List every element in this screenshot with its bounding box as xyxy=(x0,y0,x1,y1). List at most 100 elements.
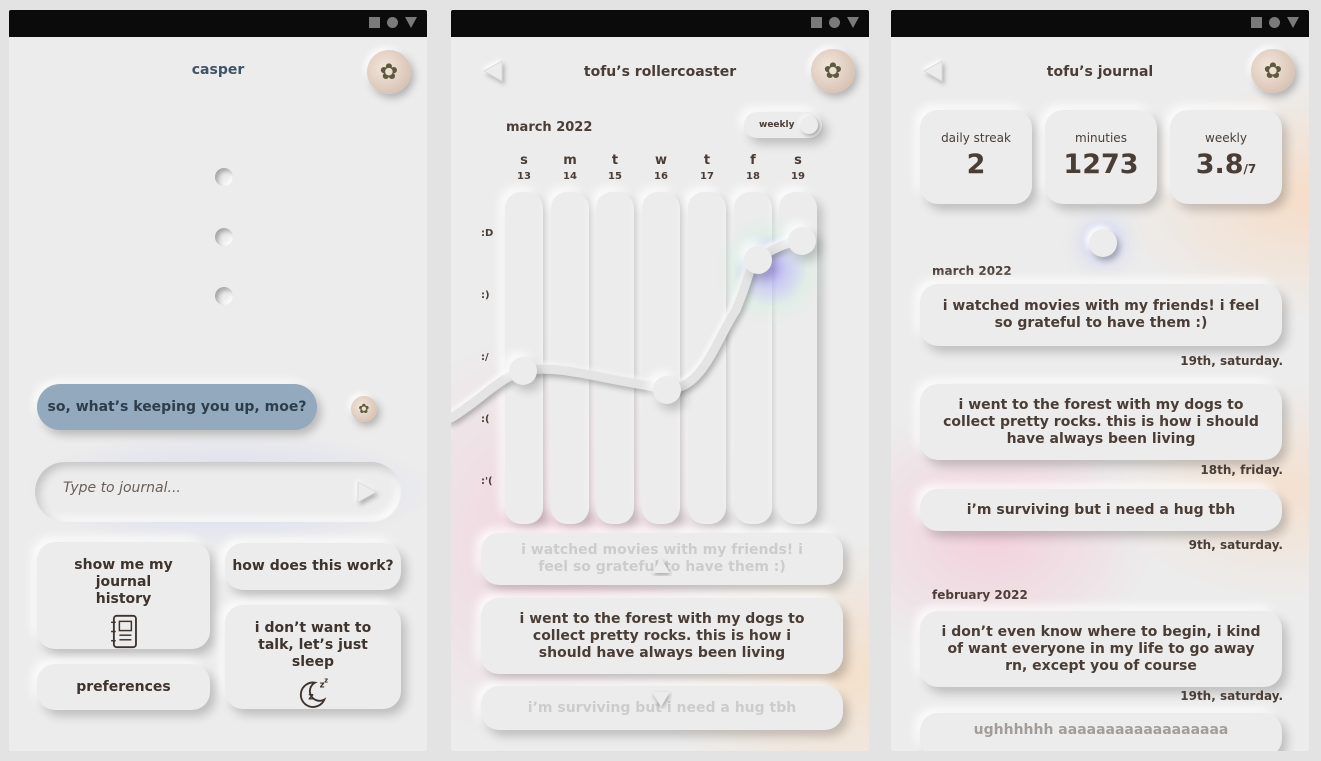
day-letter: m xyxy=(563,153,577,168)
day-header[interactable]: s 19 xyxy=(778,153,818,182)
journal-entry[interactable]: i don’t even know where to begin, i kind… xyxy=(920,611,1282,687)
streak-label: daily streak xyxy=(941,131,1011,145)
minutes-card: minuties 1273 xyxy=(1045,110,1157,204)
status-bar xyxy=(891,10,1309,37)
svg-text:z: z xyxy=(308,692,314,703)
just-sleep-button[interactable]: i don’t want to talk, let’s just sleep z… xyxy=(225,605,401,709)
notebook-icon xyxy=(110,614,137,649)
day-date: 15 xyxy=(608,171,622,182)
weekly-toggle-label: weekly xyxy=(759,120,795,130)
journal-entry[interactable]: i’m surviving but i need a hug tbh xyxy=(920,489,1282,531)
stop-icon xyxy=(369,17,380,28)
avatar-small: ✿ xyxy=(351,396,377,422)
back-nav-icon xyxy=(1287,17,1299,28)
day-header[interactable]: m 14 xyxy=(550,153,590,182)
preferences-button[interactable]: preferences xyxy=(37,664,210,710)
weekly-value: 3.8 xyxy=(1195,149,1244,180)
scroll-down-icon[interactable] xyxy=(650,689,672,713)
how-it-works-button[interactable]: how does this work? xyxy=(225,543,401,590)
journal-input[interactable] xyxy=(63,480,333,496)
status-bar xyxy=(9,10,427,37)
day-column[interactable] xyxy=(551,192,589,524)
day-letter: w xyxy=(654,153,667,168)
month-heading: february 2022 xyxy=(932,588,1028,602)
day-date: 18 xyxy=(746,171,760,182)
mood-point[interactable] xyxy=(653,376,681,404)
day-letter: t xyxy=(611,153,619,168)
entry-date: 18th, friday. xyxy=(1200,463,1283,477)
avatar[interactable]: ✿ xyxy=(1251,49,1295,93)
home-icon xyxy=(387,17,398,28)
rollercoaster-screen: tofu’s rollercoaster ✿ march 2022 weekly… xyxy=(451,10,869,751)
page-title: casper xyxy=(191,62,245,78)
day-date: 19 xyxy=(791,171,805,182)
journal-entry[interactable]: i watched movies with my friends! i feel… xyxy=(920,284,1282,346)
toggle-knob xyxy=(800,116,818,134)
day-header[interactable]: w 16 xyxy=(641,153,681,182)
weekly-card: weekly 3.8/7 xyxy=(1170,110,1282,204)
bot-message-bubble: so, what’s keeping you up, moe? xyxy=(37,384,317,430)
stop-icon xyxy=(811,17,822,28)
how-it-works-label: how does this work? xyxy=(232,558,394,574)
day-letter: s xyxy=(520,153,528,168)
typing-dot xyxy=(215,168,233,186)
day-date: 13 xyxy=(517,171,531,182)
day-header[interactable]: t 15 xyxy=(595,153,635,182)
streak-value: 2 xyxy=(966,149,986,180)
day-header[interactable]: t 17 xyxy=(687,153,727,182)
journal-screen: tofu’s journal ✿ daily streak 2 minuties… xyxy=(891,10,1309,751)
day-letter: s xyxy=(794,153,802,168)
sleep-moon-icon: z z z xyxy=(299,677,328,708)
mood-point[interactable] xyxy=(788,227,816,255)
mood-label-sad: :( xyxy=(481,414,490,425)
home-icon xyxy=(829,17,840,28)
weekly-toggle[interactable]: weekly xyxy=(744,112,822,138)
entry-card-current[interactable]: i went to the forest with my dogs to col… xyxy=(481,598,843,674)
journal-entry[interactable]: i went to the forest with my dogs to col… xyxy=(920,384,1282,460)
expand-knob[interactable] xyxy=(1089,229,1117,257)
entry-date: 19th, saturday. xyxy=(1180,689,1283,703)
month-heading: march 2022 xyxy=(932,264,1012,278)
daily-streak-card: daily streak 2 xyxy=(920,110,1032,204)
weekly-label: weekly xyxy=(1205,131,1247,145)
mood-point[interactable] xyxy=(509,357,537,385)
month-label: march 2022 xyxy=(506,120,593,135)
stop-icon xyxy=(1251,17,1262,28)
mood-point[interactable] xyxy=(744,246,772,274)
journal-input-field[interactable] xyxy=(35,462,401,522)
journal-history-button[interactable]: show me my journal history xyxy=(37,542,210,649)
day-letter: t xyxy=(703,153,711,168)
minutes-label: minuties xyxy=(1075,131,1127,145)
send-icon[interactable] xyxy=(351,477,381,507)
page-title: tofu’s journal xyxy=(1046,64,1154,80)
day-date: 16 xyxy=(654,171,668,182)
day-letter: f xyxy=(750,153,756,168)
day-header[interactable]: s 13 xyxy=(504,153,544,182)
back-nav-icon xyxy=(405,17,417,28)
home-icon xyxy=(1269,17,1280,28)
day-header[interactable]: f 18 xyxy=(733,153,773,182)
journal-history-label: show me my journal history xyxy=(74,557,173,607)
scroll-up-icon[interactable] xyxy=(650,556,672,580)
avatar[interactable]: ✿ xyxy=(811,49,855,93)
page-title: tofu’s rollercoaster xyxy=(583,64,737,80)
mood-label-meh: :/ xyxy=(481,352,489,363)
day-column[interactable] xyxy=(596,192,634,524)
day-date: 14 xyxy=(563,171,577,182)
entry-date: 9th, saturday. xyxy=(1188,538,1283,552)
weekly-suffix: /7 xyxy=(1243,162,1257,176)
avatar[interactable]: ✿ xyxy=(367,50,411,94)
preferences-label: preferences xyxy=(76,678,171,695)
journal-entry[interactable]: ughhhhhh aaaaaaaaaaaaaaaaaa xyxy=(920,713,1282,751)
mood-label-great: :D xyxy=(481,228,494,239)
mood-label-good: :) xyxy=(481,290,490,301)
mood-label-crying: :'( xyxy=(481,476,493,487)
entry-date: 19th, saturday. xyxy=(1180,354,1283,368)
chat-screen: casper ✿ so, what’s keeping you up, moe?… xyxy=(9,10,427,751)
day-column[interactable] xyxy=(642,192,680,524)
svg-text:z: z xyxy=(324,677,328,685)
minutes-value: 1273 xyxy=(1063,149,1139,180)
back-nav-icon xyxy=(847,17,859,28)
typing-dot xyxy=(215,287,233,305)
status-bar xyxy=(451,10,869,37)
